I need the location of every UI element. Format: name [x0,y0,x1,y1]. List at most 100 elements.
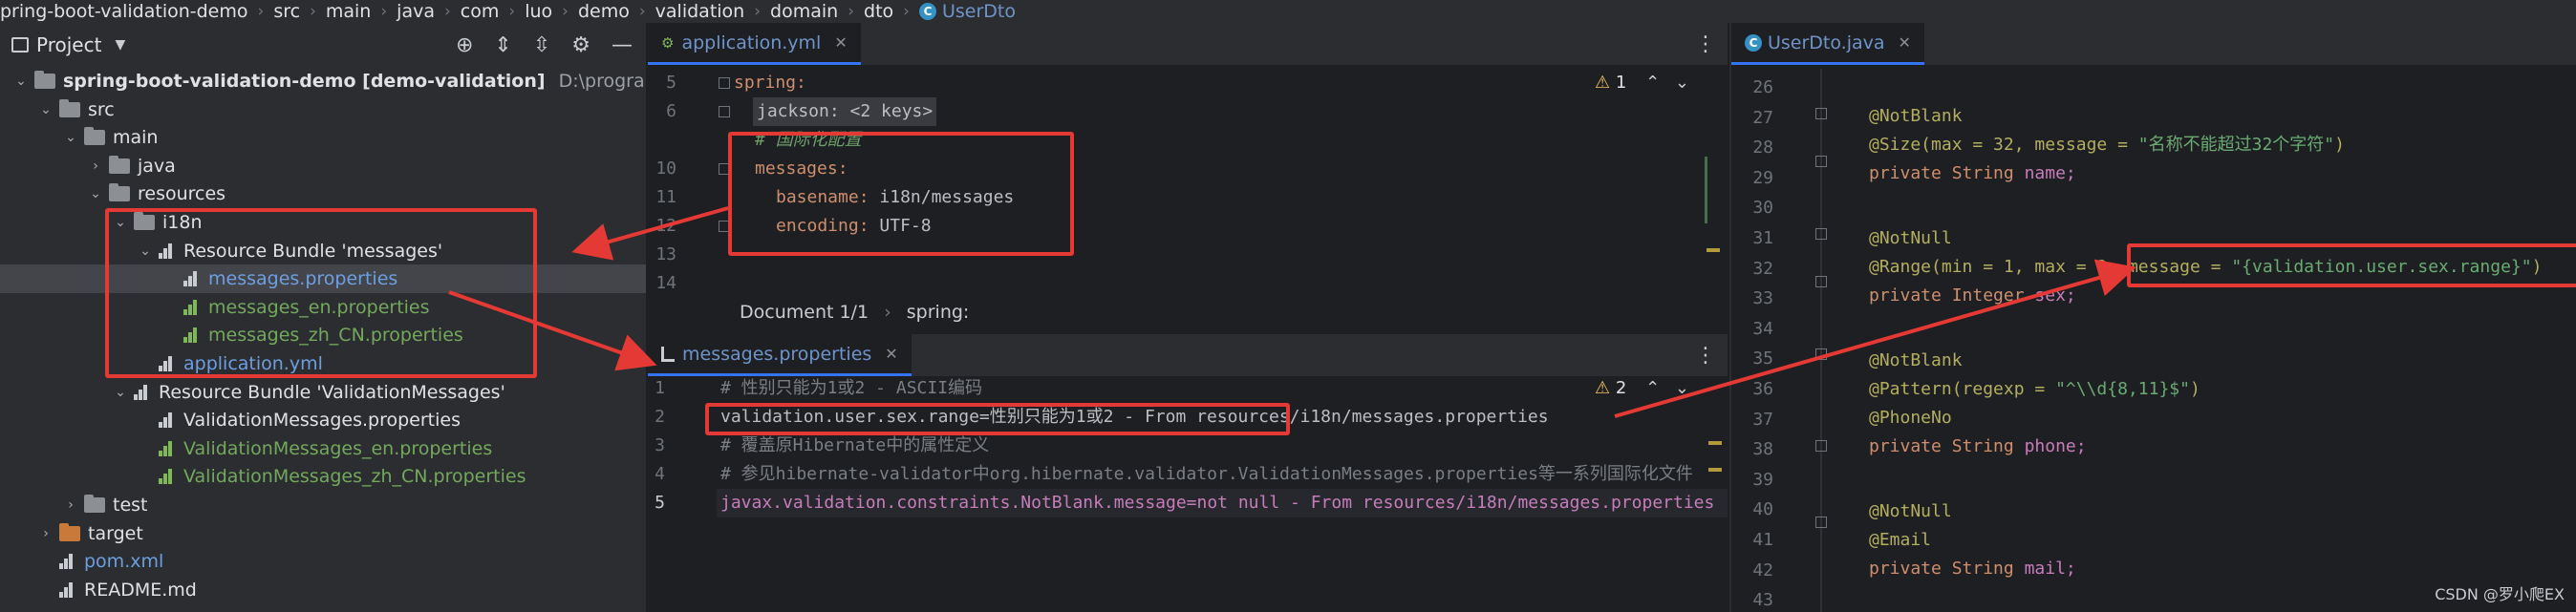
code-comment[interactable]: # 性别只能为1或2 - ASCII编码 [720,374,982,403]
code-line[interactable]: private String mail; [1869,555,2076,583]
project-panel-title[interactable]: Project [36,33,101,56]
code-line[interactable]: @Size(max = 32, message = "名称不能超过32个字符") [1869,131,2345,159]
fold-marker-icon[interactable] [1815,276,1827,287]
tree-item[interactable]: › test [0,491,646,519]
breadcrumb-item[interactable]: com [461,1,500,22]
chevron-down-icon[interactable]: ⌄ [113,215,128,230]
gear-icon[interactable]: ⚙ [571,33,590,57]
tree-item[interactable]: › target [0,519,646,548]
chevron-down-icon[interactable]: ⌄ [138,243,153,259]
code-annotation[interactable]: @NotNull [1869,497,1952,526]
tree-item[interactable]: ⌄ resources [0,179,646,208]
chevron-down-icon[interactable]: ⌄ [113,385,128,400]
locate-icon[interactable]: ⊕ [456,33,473,57]
code-line-folded[interactable]: jackson: <2 keys> [753,97,937,126]
tree-item[interactable]: › java [0,152,646,180]
chevron-down-icon[interactable]: ⌄ [1675,378,1689,398]
code-comment[interactable]: # 国际化配置 [755,126,862,155]
tree-item[interactable]: messages_en.properties [0,293,646,322]
warning-indicator[interactable]: ⚠ 1 ⌃ ⌄ [1595,73,1689,93]
chevron-down-icon[interactable]: ⌄ [88,186,103,201]
fold-marker-icon[interactable] [719,106,730,117]
code-comment[interactable]: # 参见hibernate-validator中org.hibernate.va… [720,460,1693,489]
chevron-right-icon[interactable]: › [63,497,78,513]
tab-application-yml[interactable]: ⚙ application.yml ✕ [648,23,861,65]
tab-messages-properties[interactable]: messages.properties ✕ [648,334,912,376]
tree-item[interactable]: ValidationMessages_zh_CN.properties [0,462,646,491]
fold-marker-icon[interactable] [1815,108,1827,119]
code-annotation: @Pattern(regexp = [1869,379,2056,399]
breadcrumb-item[interactable]: luo [525,1,552,22]
chevron-down-icon[interactable]: ⌄ [13,74,29,89]
tree-item[interactable]: messages_zh_CN.properties [0,321,646,349]
code-annotation[interactable]: @NotBlank [1869,102,1963,131]
code-line[interactable]: private String name; [1869,159,2076,188]
code-line[interactable]: encoding: UTF-8 [776,212,932,241]
close-icon[interactable]: ✕ [885,345,897,363]
tree-item[interactable]: ⌄ Resource Bundle 'ValidationMessages' [0,378,646,407]
code-annotation[interactable]: @NotBlank [1869,347,1963,375]
code-line[interactable]: @Range(min = 1, max = 2, message = "{val… [1869,253,2542,282]
chevron-down-icon[interactable]: ▼ [115,37,125,53]
chevron-up-icon[interactable]: ⌃ [1645,378,1660,398]
tree-item[interactable]: ⌄ src [0,95,646,124]
breadcrumb-item[interactable]: pring-boot-validation-demo [0,1,248,22]
code-line[interactable]: messages: [755,155,848,183]
code-line[interactable]: @Pattern(regexp = "^\\d{8,11}$") [1869,375,2200,404]
fold-marker-icon[interactable] [1815,348,1827,360]
fold-marker-icon[interactable] [719,221,730,232]
tree-item[interactable]: application.yml [0,349,646,378]
minimize-icon[interactable]: — [612,33,633,57]
fold-marker-icon[interactable] [1815,517,1827,528]
chevron-right-icon[interactable]: › [88,158,103,174]
fold-marker-icon[interactable] [1815,440,1827,452]
tree-item[interactable]: ⌄ Resource Bundle 'messages' [0,237,646,265]
tree-item[interactable]: ⌄ main [0,123,646,152]
chevron-down-icon[interactable]: ⌄ [63,130,78,145]
code-annotation[interactable]: @NotNull [1869,224,1952,253]
breadcrumb-item[interactable]: validation [655,1,745,22]
breadcrumb-item[interactable]: src [273,1,300,22]
code-line[interactable]: private String phone; [1869,433,2087,461]
fold-marker-icon[interactable] [719,77,730,89]
yaml-path[interactable]: spring: [907,302,970,323]
tree-item[interactable]: messages.properties [0,264,646,294]
close-icon[interactable]: ✕ [834,33,847,52]
code-comment[interactable]: # 覆盖原Hibernate中的属性定义 [720,432,989,460]
breadcrumb-item[interactable]: main [326,1,371,22]
breadcrumb-item[interactable]: java [397,1,435,22]
tree-item[interactable]: ⌄ spring-boot-validation-demo [demo-valid… [0,67,646,95]
chevron-down-icon[interactable]: ⌄ [38,102,54,117]
breadcrumb-item[interactable]: domain [770,1,838,22]
chevron-right-icon: › [257,2,265,21]
more-options-icon[interactable]: ⋮ [1695,344,1716,368]
code-line[interactable]: basename: i18n/messages [776,183,1014,212]
expand-all-icon[interactable]: ⇕ [494,33,511,57]
code-annotation[interactable]: @PhoneNo [1869,404,1952,433]
breadcrumb-item[interactable]: C UserDto [918,1,1016,22]
chevron-up-icon[interactable]: ⌃ [1645,73,1660,93]
tree-item[interactable]: ValidationMessages_en.properties [0,434,646,463]
collapse-all-icon[interactable]: ⇳ [533,33,550,57]
tree-item[interactable]: ValidationMessages.properties [0,406,646,434]
tree-item[interactable]: pom.xml [0,547,646,576]
code-line[interactable]: private Integer sex; [1869,282,2076,310]
tree-item[interactable]: README.md [0,576,646,604]
fold-marker-icon[interactable] [719,163,730,175]
tab-userdto-java[interactable]: C UserDto.java ✕ [1731,23,1924,65]
close-icon[interactable]: ✕ [1899,33,1911,52]
breadcrumb-item[interactable]: demo [578,1,630,22]
code-annotation[interactable]: @Email [1869,526,1931,555]
code-line[interactable]: javax.validation.constraints.NotBlank.me… [720,489,1714,517]
more-options-icon[interactable]: ⋮ [1695,32,1716,56]
chevron-down-icon[interactable]: ⌄ [1675,73,1689,93]
project-view-icon [11,37,29,53]
fold-marker-icon[interactable] [1815,156,1827,167]
code-line[interactable]: validation.user.sex.range=性别只能为1或2 - Fro… [720,403,1549,432]
chevron-right-icon[interactable]: › [38,526,54,541]
breadcrumb-item[interactable]: dto [864,1,893,22]
tree-item[interactable]: ⌄ i18n [0,208,646,237]
warning-indicator[interactable]: ⚠ 2 ⌃ ⌄ [1595,378,1689,398]
code-line[interactable]: spring: [734,69,806,97]
fold-marker-icon[interactable] [1815,228,1827,240]
